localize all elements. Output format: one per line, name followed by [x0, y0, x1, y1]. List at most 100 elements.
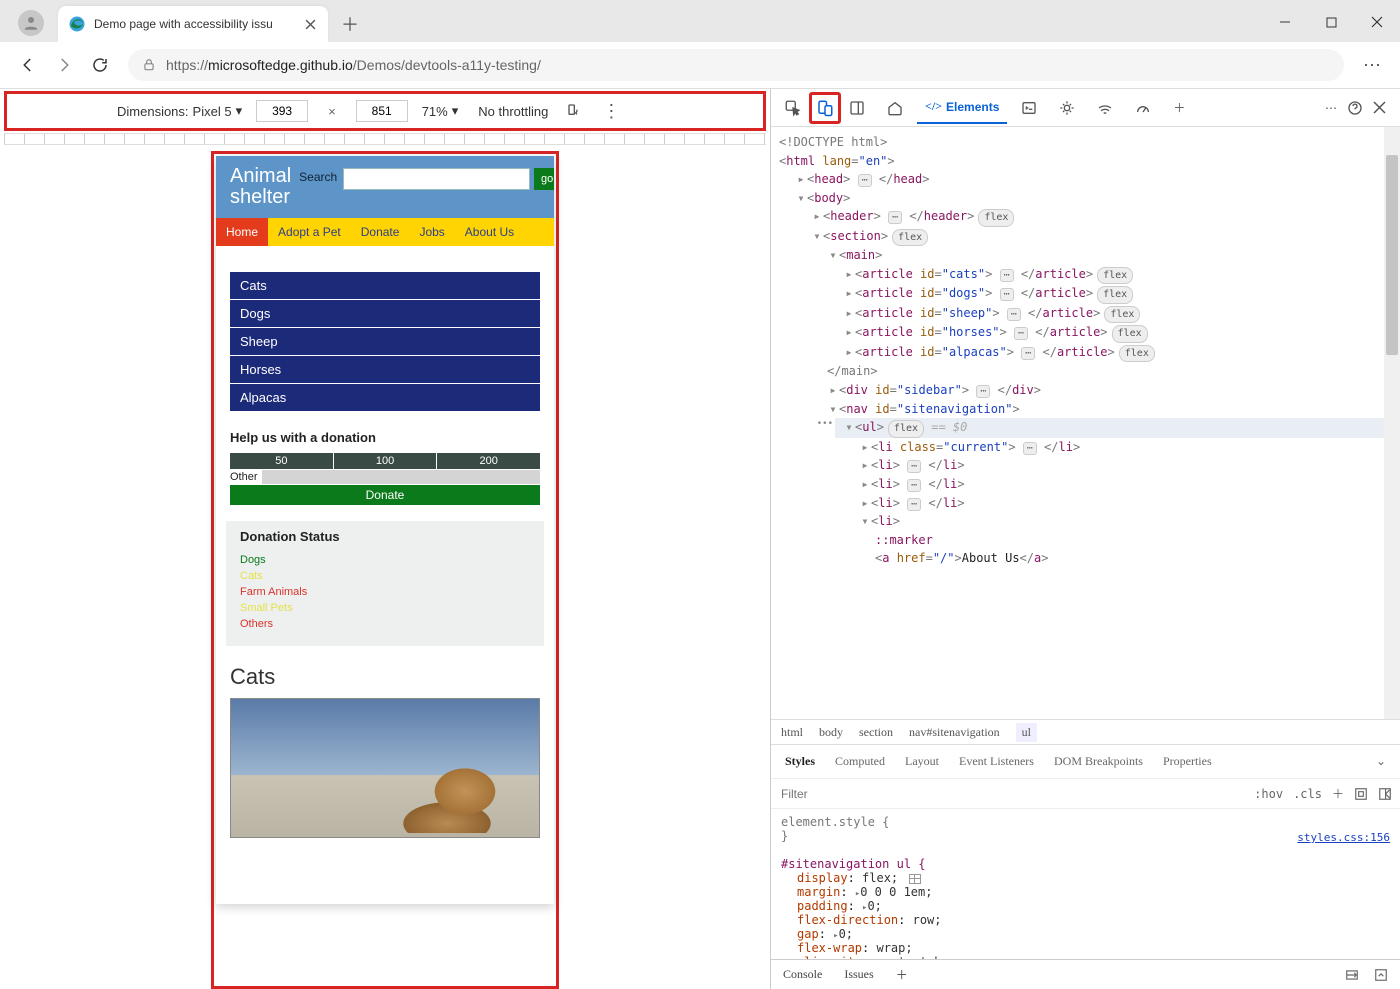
nav-adopt[interactable]: Adopt a Pet — [268, 218, 351, 246]
list-item[interactable]: Horses — [230, 356, 540, 383]
list-item[interactable]: Alpacas — [230, 384, 540, 411]
device-height-input[interactable] — [356, 100, 408, 122]
browser-navbar: https://microsoftedge.github.io/Demos/de… — [0, 42, 1400, 89]
donation-form: Help us with a donation 50 100 200 Other… — [216, 418, 554, 513]
elements-tab[interactable]: </>Elements — [917, 91, 1007, 124]
css-source-link[interactable]: styles.css:156 — [1297, 831, 1390, 844]
animal-list: Cats Dogs Sheep Horses Alpacas — [216, 246, 554, 418]
layout-tab[interactable]: Layout — [905, 754, 939, 769]
window-titlebar: Demo page with accessibility issu ＋ — [0, 0, 1400, 42]
close-icon[interactable] — [1354, 2, 1400, 42]
ruler — [4, 133, 766, 145]
toggle-pane-icon[interactable] — [1378, 787, 1392, 801]
selected-dom-node[interactable]: ▾<ul>flex == $0 — [835, 418, 1384, 438]
search-go-button[interactable]: go — [534, 168, 554, 190]
nav-donate[interactable]: Donate — [351, 218, 410, 246]
device-width-input[interactable] — [256, 100, 308, 122]
browser-tab[interactable]: Demo page with accessibility issu — [58, 6, 328, 42]
dom-breadcrumbs[interactable]: html body section nav#sitenavigation ul — [771, 719, 1400, 745]
dimensions-dropdown[interactable]: Dimensions: Pixel 5 ▾ — [117, 103, 242, 119]
crumb-html[interactable]: html — [781, 725, 803, 740]
profile-avatar[interactable] — [18, 10, 44, 36]
browser-menu-icon[interactable]: ⋯ — [1354, 47, 1390, 83]
url-host: microsoftedge.github.io — [208, 57, 353, 73]
edge-favicon — [68, 15, 86, 33]
flex-editor-icon[interactable] — [909, 874, 921, 884]
status-dogs: Dogs — [240, 552, 530, 568]
styles-filter-input[interactable] — [779, 783, 1244, 805]
crumb-ul[interactable]: ul — [1016, 723, 1037, 742]
device-more-icon[interactable]: ⋮ — [602, 101, 620, 122]
device-emulation-icon[interactable] — [809, 92, 841, 124]
more-tools-icon[interactable]: ⋯ — [1325, 101, 1337, 115]
welcome-tab-icon[interactable] — [879, 92, 911, 124]
top-nav: Home Adopt a Pet Donate Jobs About Us — [216, 218, 554, 246]
drawer-add-icon[interactable]: ＋ — [896, 966, 908, 983]
url-path: /Demos/devtools-a11y-testing/ — [353, 57, 541, 73]
status-small: Small Pets — [240, 600, 530, 616]
device-toolbar-highlight: Dimensions: Pixel 5 ▾ × 71% ▾ No throttl… — [4, 91, 766, 131]
maximize-icon[interactable] — [1308, 2, 1354, 42]
add-tab-icon[interactable]: ＋ — [1165, 91, 1193, 124]
site-logo: Animalshelter — [230, 166, 291, 208]
nav-jobs[interactable]: Jobs — [409, 218, 454, 246]
back-icon[interactable] — [10, 47, 46, 83]
new-rule-icon[interactable]: ＋ — [1332, 785, 1344, 802]
amount-50[interactable]: 50 — [230, 453, 333, 469]
rotate-icon[interactable] — [562, 100, 584, 122]
cls-toggle[interactable]: .cls — [1293, 787, 1322, 801]
drawer-console-tab[interactable]: Console — [783, 967, 822, 982]
chevron-down-icon: ▾ — [236, 103, 243, 119]
dom-scrollbar[interactable] — [1384, 127, 1400, 719]
listeners-tab[interactable]: Event Listeners — [959, 754, 1034, 769]
status-cats: Cats — [240, 568, 530, 584]
throttling-dropdown[interactable]: No throttling — [478, 104, 548, 119]
styles-pane[interactable]: element.style { } #sitenavigation ul { s… — [771, 809, 1400, 959]
donation-status: Donation Status Dogs Cats Farm Animals S… — [226, 521, 544, 646]
new-tab-button[interactable]: ＋ — [334, 8, 366, 40]
properties-tab[interactable]: Properties — [1163, 754, 1212, 769]
minimize-icon[interactable] — [1262, 2, 1308, 42]
list-item[interactable]: Cats — [230, 272, 540, 299]
tab-title: Demo page with accessibility issu — [94, 17, 302, 31]
drawer-dock-icon[interactable] — [1344, 968, 1360, 982]
devtools-close-icon[interactable] — [1373, 101, 1386, 114]
forward-icon[interactable] — [46, 47, 82, 83]
flexbox-editor-icon[interactable] — [1354, 787, 1368, 801]
address-bar[interactable]: https://microsoftedge.github.io/Demos/de… — [128, 49, 1344, 81]
inspect-icon[interactable] — [777, 92, 809, 124]
refresh-icon[interactable] — [82, 47, 118, 83]
drawer-issues-tab[interactable]: Issues — [844, 967, 873, 982]
nav-about[interactable]: About Us — [455, 218, 524, 246]
styles-tab[interactable]: Styles — [785, 754, 815, 769]
devtools-tabs: </>Elements ＋ ⋯ — [771, 89, 1400, 127]
nav-home[interactable]: Home — [216, 218, 268, 246]
crumb-nav[interactable]: nav#sitenavigation — [909, 725, 1000, 740]
other-label: Other — [230, 471, 262, 483]
status-heading: Donation Status — [240, 529, 530, 544]
dom-tree[interactable]: <!DOCTYPE html> <html lang="en"> ▸<head>… — [771, 127, 1384, 719]
window-controls — [1262, 2, 1400, 42]
list-item[interactable]: Dogs — [230, 300, 540, 327]
network-tab-icon[interactable] — [1089, 92, 1121, 124]
amount-200[interactable]: 200 — [437, 453, 540, 469]
search-input[interactable] — [343, 168, 530, 190]
crumb-body[interactable]: body — [819, 725, 843, 740]
tab-close-icon[interactable] — [302, 16, 318, 32]
list-item[interactable]: Sheep — [230, 328, 540, 355]
donate-button[interactable]: Donate — [230, 485, 540, 505]
help-icon[interactable] — [1347, 100, 1363, 116]
breakpoints-tab[interactable]: DOM Breakpoints — [1054, 754, 1143, 769]
console-tab-icon[interactable] — [1013, 92, 1045, 124]
performance-tab-icon[interactable] — [1127, 92, 1159, 124]
hov-toggle[interactable]: :hov — [1254, 787, 1283, 801]
other-amount-input[interactable] — [262, 470, 540, 484]
drawer-collapse-icon[interactable] — [1374, 968, 1388, 982]
sources-tab-icon[interactable] — [1051, 92, 1083, 124]
computed-tab[interactable]: Computed — [835, 754, 885, 769]
crumb-section[interactable]: section — [859, 725, 893, 740]
amount-100[interactable]: 100 — [334, 453, 437, 469]
dock-icon[interactable] — [841, 92, 873, 124]
zoom-dropdown[interactable]: 71% ▾ — [422, 103, 459, 119]
chevron-down-icon[interactable]: ⌄ — [1376, 754, 1386, 769]
